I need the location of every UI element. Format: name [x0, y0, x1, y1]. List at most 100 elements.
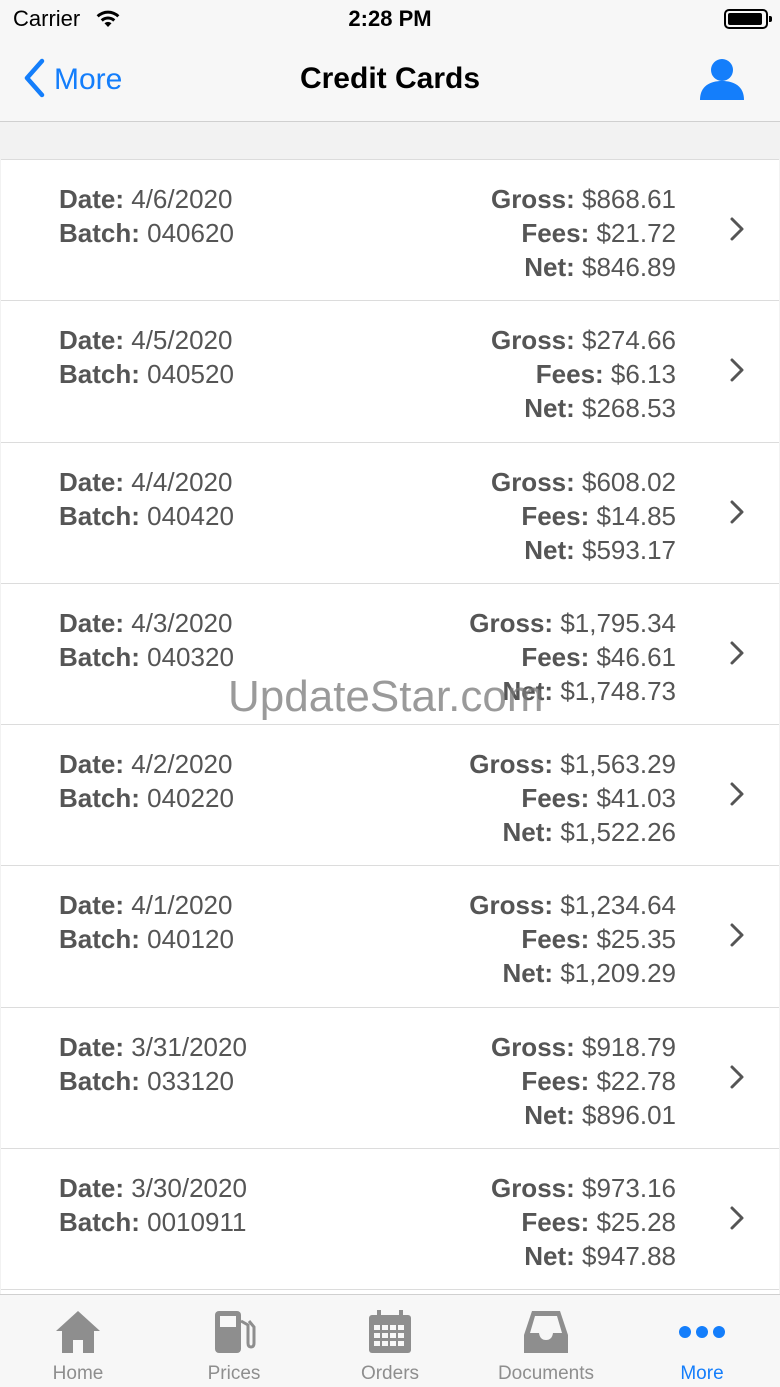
net-value: $268.53: [582, 393, 676, 424]
batch-label: Batch:: [59, 500, 140, 531]
fees-label: Fees:: [535, 359, 604, 390]
tab-orders[interactable]: Orders: [312, 1295, 468, 1387]
net-label: Net:: [502, 958, 554, 989]
batch-value: 040520: [147, 359, 234, 390]
batch-value: 040320: [147, 641, 234, 672]
net-line: Net: $947.88: [491, 1239, 676, 1273]
net-label: Net:: [502, 675, 554, 706]
batch-label: Batch:: [59, 641, 140, 672]
date-line: Date: 3/31/2020: [59, 1030, 247, 1064]
credit-card-list[interactable]: Date: 4/6/2020 Batch: 040620 Gross: $868.6…: [1, 159, 779, 1294]
net-line: Net: $268.53: [491, 391, 676, 425]
net-line: Net: $1,209.29: [469, 956, 676, 990]
table-row[interactable]: Date: 4/5/2020 Batch: 040520 Gross: $274.6…: [1, 301, 779, 443]
net-value: $947.88: [582, 1241, 676, 1272]
status-bar: Carrier 2:28 PM: [0, 0, 780, 40]
gross-label: Gross:: [490, 325, 575, 356]
row-left-info: Date: 4/2/2020 Batch: 040220: [59, 747, 234, 815]
fees-label: Fees:: [521, 500, 590, 531]
table-row[interactable]: Date: 3/31/2020 Batch: 033120 Gross: $918.…: [1, 1007, 779, 1150]
fees-value: $41.03: [596, 783, 676, 814]
net-line: Net: $896.01: [491, 1098, 676, 1132]
row-amounts: Gross: $1,563.29 Fees: $41.03 Net: $1,522.…: [469, 747, 676, 849]
batch-line: Batch: 040620: [59, 216, 234, 250]
row-amounts: Gross: $918.79 Fees: $22.78 Net: $896.01: [491, 1030, 676, 1132]
date-label: Date:: [59, 890, 125, 921]
home-icon: [52, 1307, 104, 1357]
tab-documents[interactable]: Documents: [468, 1295, 624, 1387]
gross-value: $868.61: [582, 184, 676, 214]
net-value: $1,209.29: [560, 958, 676, 989]
gross-label: Gross:: [469, 890, 554, 921]
chevron-right-icon: [729, 216, 745, 247]
net-value: $1,748.73: [560, 675, 676, 706]
gross-value: $1,563.29: [560, 749, 676, 780]
table-row[interactable]: Date: 4/3/2020 Batch: 040320 Gross: $1,795…: [1, 583, 779, 726]
date-label: Date:: [59, 1173, 125, 1204]
net-line: Net: $1,522.26: [469, 815, 676, 849]
net-label: Net:: [524, 393, 575, 424]
row-left-info: Date: 4/5/2020 Batch: 040520: [59, 323, 234, 391]
net-label: Net:: [524, 252, 575, 282]
row-left-info: Date: 3/30/2020 Batch: 0010911: [59, 1171, 247, 1239]
tab-orders-label: Orders: [360, 1363, 420, 1384]
tab-prices[interactable]: Prices: [156, 1295, 312, 1387]
fees-line: Fees: $6.13: [491, 357, 676, 391]
row-amounts: Gross: $1,234.64 Fees: $25.35 Net: $1,209.…: [469, 888, 676, 990]
gross-line: Gross: $918.79: [491, 1030, 676, 1064]
batch-line: Batch: 040420: [59, 499, 234, 533]
fees-line: Fees: $21.72: [491, 216, 676, 250]
more-dots-icon: [676, 1307, 728, 1357]
batch-value: 033120: [147, 1065, 234, 1096]
gross-line: Gross: $973.16: [491, 1171, 676, 1205]
net-label: Net:: [524, 1241, 575, 1272]
fees-line: Fees: $14.85: [491, 499, 676, 533]
date-value: 4/3/2020: [131, 607, 233, 638]
fees-label: Fees:: [521, 924, 590, 955]
fees-value: $22.78: [596, 1065, 676, 1096]
battery-icon: [724, 9, 772, 29]
net-value: $846.89: [582, 252, 676, 282]
batch-value: 040420: [147, 500, 234, 531]
table-row[interactable]: Date: 4/4/2020 Batch: 040420 Gross: $608.0…: [1, 442, 779, 584]
date-label: Date:: [59, 1031, 125, 1062]
date-line: Date: 4/3/2020: [59, 606, 234, 640]
gross-value: $918.79: [582, 1031, 676, 1062]
net-line: Net: $593.17: [491, 533, 676, 567]
table-row[interactable]: Date: 4/2/2020 Batch: 040220 Gross: $1,563…: [1, 725, 779, 867]
navigation-bar: More Credit Cards: [0, 40, 780, 122]
table-row[interactable]: Date: 4/1/2020 Batch: 040120 Gross: $1,234…: [1, 866, 779, 1008]
table-row[interactable]: Date: 3/30/2020 Batch: 0010911 Gross: $973…: [1, 1149, 779, 1291]
person-icon: [698, 59, 746, 104]
row-left-info: Date: 3/31/2020 Batch: 033120: [59, 1030, 247, 1098]
gross-line: Gross: $608.02: [491, 465, 676, 499]
profile-button[interactable]: [698, 58, 746, 105]
gross-value: $608.02: [582, 466, 676, 497]
row-amounts: Gross: $274.66 Fees: $6.13 Net: $268.53: [491, 323, 676, 425]
row-amounts: Gross: $868.61 Fees: $21.72 Net: $846.89: [491, 182, 676, 284]
batch-line: Batch: 033120: [59, 1064, 247, 1098]
fees-line: Fees: $41.03: [469, 781, 676, 815]
gross-label: Gross:: [490, 1031, 575, 1062]
inbox-tray-icon: [520, 1307, 572, 1357]
gross-label: Gross:: [469, 607, 554, 638]
fees-value: $25.28: [596, 1207, 676, 1238]
fees-label: Fees:: [521, 1065, 590, 1096]
date-label: Date:: [59, 607, 125, 638]
net-value: $593.17: [582, 534, 676, 565]
tab-home[interactable]: Home: [0, 1295, 156, 1387]
tab-more[interactable]: More: [624, 1295, 780, 1387]
batch-line: Batch: 040220: [59, 781, 234, 815]
batch-value: 040220: [147, 783, 234, 814]
table-row[interactable]: Date: 4/6/2020 Batch: 040620 Gross: $868.6…: [1, 160, 779, 302]
date-value: 4/5/2020: [131, 325, 233, 356]
gross-value: $973.16: [582, 1173, 676, 1204]
gross-value: $1,234.64: [560, 890, 676, 921]
batch-line: Batch: 040320: [59, 640, 234, 674]
chevron-right-icon: [729, 1205, 745, 1236]
date-line: Date: 3/30/2020: [59, 1171, 247, 1205]
date-label: Date:: [59, 749, 125, 780]
date-line: Date: 4/6/2020: [59, 182, 234, 216]
calendar-icon: [364, 1307, 416, 1357]
fees-line: Fees: $22.78: [491, 1064, 676, 1098]
